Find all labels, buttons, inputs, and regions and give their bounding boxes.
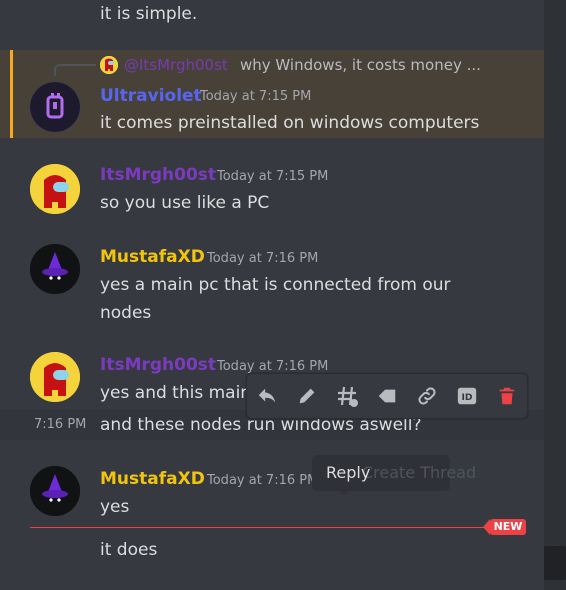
copy-link-icon xyxy=(418,387,436,405)
reply-button[interactable] xyxy=(253,382,281,410)
message-author[interactable]: ItsMrgh00st xyxy=(100,354,216,376)
tooltip-faded-label: Create Thread xyxy=(362,463,477,482)
message-timestamp: Today at 7:15 PM xyxy=(217,169,329,184)
avatar[interactable] xyxy=(30,244,80,294)
new-messages-divider xyxy=(30,527,526,528)
message-text: yes and this main xyxy=(100,383,252,403)
new-badge: NEW xyxy=(483,519,526,535)
message-text: it comes preinstalled on windows compute… xyxy=(100,113,480,133)
delete-icon xyxy=(499,387,515,405)
wizard-avatar-icon xyxy=(30,466,80,516)
mark-unread-button[interactable] xyxy=(373,382,401,410)
create-thread-button[interactable] xyxy=(333,382,361,410)
ultraviolet-avatar-icon xyxy=(30,82,80,132)
message-timestamp: Today at 7:16 PM xyxy=(207,251,319,266)
tooltip: Create Thread Reply xyxy=(312,455,476,495)
copy-id-icon: ID xyxy=(457,387,477,405)
reply-avatar[interactable] xyxy=(100,56,118,74)
amongus-avatar-icon xyxy=(100,56,118,74)
message-author[interactable]: Ultraviolet xyxy=(100,85,202,107)
avatar[interactable] xyxy=(30,466,80,516)
amongus-avatar-icon xyxy=(30,164,80,214)
delete-button[interactable] xyxy=(493,382,521,410)
message-author[interactable]: MustafaXD xyxy=(100,246,205,268)
create-thread-icon xyxy=(338,386,358,407)
message-timestamp: Today at 7:15 PM xyxy=(200,89,312,104)
tooltip-label: Reply xyxy=(326,463,371,482)
avatar[interactable] xyxy=(30,164,80,214)
hover-timestamp: 7:16 PM xyxy=(34,417,87,432)
mention-highlight-bar xyxy=(10,50,13,138)
edit-button[interactable] xyxy=(293,382,321,410)
copy-link-button[interactable] xyxy=(413,382,441,410)
message-text: yes a main pc that is connected from our xyxy=(100,275,451,295)
message-author[interactable]: ItsMrgh00st xyxy=(100,164,216,186)
message-text: so you use like a PC xyxy=(100,193,270,213)
wizard-avatar-icon xyxy=(30,244,80,294)
avatar[interactable] xyxy=(30,82,80,132)
reply-mention[interactable]: @ItsMrgh00st xyxy=(124,54,228,76)
message-text: yes xyxy=(100,497,130,517)
reply-spine xyxy=(54,64,96,76)
message-actions-toolbar: ID xyxy=(246,373,528,419)
amongus-avatar-icon xyxy=(30,352,80,402)
reply-preview-text[interactable]: why Windows, it costs money ... xyxy=(240,54,481,76)
tooltip-tail xyxy=(338,489,350,495)
avatar[interactable] xyxy=(30,352,80,402)
message-text: it does xyxy=(100,540,158,560)
edit-icon xyxy=(299,388,315,404)
reply-icon xyxy=(258,388,276,403)
mark-unread-icon xyxy=(378,389,396,403)
message-author[interactable]: MustafaXD xyxy=(100,468,205,490)
message-text: nodes xyxy=(100,303,152,323)
message-timestamp: Today at 7:16 PM xyxy=(207,473,319,488)
message-text: it is simple. xyxy=(100,4,198,24)
copy-id-button[interactable]: ID xyxy=(453,382,481,410)
scrollbar-track[interactable] xyxy=(544,0,566,590)
svg-text:ID: ID xyxy=(461,392,472,403)
chat-area: it is simple. @ItsMrgh00st why Windows, … xyxy=(0,0,544,590)
scrollbar-thumb[interactable] xyxy=(544,546,566,580)
